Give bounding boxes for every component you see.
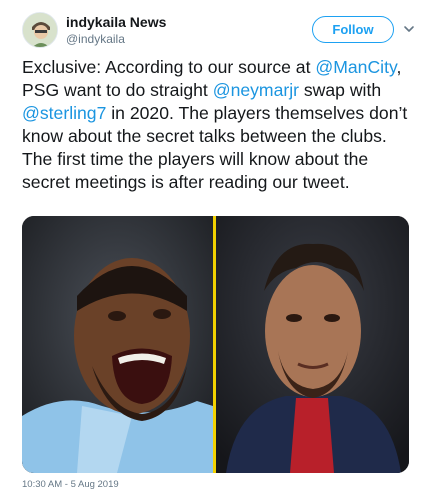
- mention-link[interactable]: @ManCity: [315, 57, 396, 77]
- user-handle[interactable]: @indykaila: [66, 32, 125, 46]
- mention-link[interactable]: @sterling7: [22, 103, 106, 123]
- tweet-timestamp[interactable]: 10:30 AM - 5 Aug 2019: [22, 479, 119, 490]
- avatar[interactable]: [22, 12, 58, 48]
- tweet-header: indykaila News @indykaila Follow: [22, 12, 414, 52]
- tweet-text-segment: swap with: [299, 80, 382, 100]
- display-name[interactable]: indykaila News: [66, 14, 166, 30]
- tweet-media[interactable]: [22, 216, 409, 473]
- follow-button[interactable]: Follow: [312, 16, 394, 43]
- mention-link[interactable]: @neymarjr: [213, 80, 299, 100]
- avatar-illustration-icon: [23, 13, 57, 47]
- player-photo-right: [216, 216, 409, 473]
- tweet-text-segment: Exclusive: According to our source at: [22, 57, 316, 77]
- tweet-text: Exclusive: According to our source at @M…: [22, 56, 408, 194]
- chevron-down-icon[interactable]: [402, 22, 416, 36]
- player-photo-left: [22, 216, 213, 473]
